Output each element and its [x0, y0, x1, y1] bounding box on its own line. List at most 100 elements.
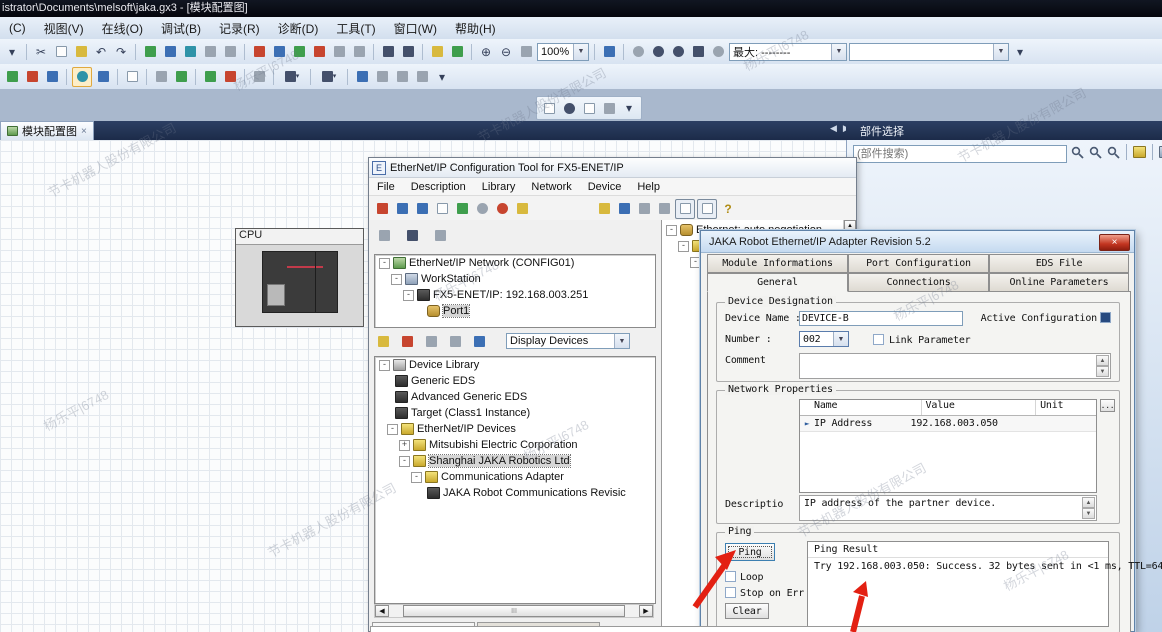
plug-connect-icon[interactable]	[375, 226, 393, 244]
window-record-icon[interactable]	[560, 99, 578, 117]
window-cascade-icon[interactable]	[540, 99, 558, 117]
tree-item-jaka-robot-revision[interactable]: JAKA Robot Communications Revisic	[375, 485, 655, 501]
tree-item-shanghai-jaka[interactable]: - Shanghai JAKA Robotics Ltd	[375, 453, 655, 469]
comment-scroll-up-icon[interactable]: ▲	[1096, 355, 1109, 366]
enet-menu-description[interactable]: Description	[403, 181, 474, 193]
ping-button[interactable]: Ping	[725, 543, 775, 561]
user-setting-icon[interactable]	[600, 99, 618, 117]
display-devices-combo[interactable]: Display Devices ▼	[506, 333, 630, 349]
window-table-icon[interactable]	[580, 99, 598, 117]
enet-layout1-icon[interactable]	[675, 199, 695, 219]
tree-item-ethernet-ip-devices[interactable]: - EtherNet/IP Devices	[375, 421, 655, 437]
hscroll-right-icon[interactable]: ▶	[639, 605, 653, 617]
menu-view[interactable]: 视图(V)	[35, 17, 93, 39]
menu-window[interactable]: 窗口(W)	[385, 17, 446, 39]
tree-item-fx5-enet[interactable]: - FX5-ENET/IP: 192.168.003.251	[375, 287, 655, 303]
zoom-window-icon[interactable]	[353, 68, 371, 86]
copy-network-icon[interactable]	[470, 332, 488, 350]
enet-delete-icon[interactable]	[373, 200, 391, 218]
clock-setting2-icon[interactable]	[94, 68, 112, 86]
zoom-out-icon[interactable]: ⊖	[497, 43, 515, 61]
watch1-icon[interactable]	[428, 43, 446, 61]
menu-record[interactable]: 记录(R)	[210, 17, 269, 39]
description-scroll-up-icon[interactable]: ▲	[1082, 497, 1095, 508]
tab-port-configuration[interactable]: Port Configuration	[848, 254, 989, 273]
find-device2-icon[interactable]	[310, 43, 328, 61]
transfer-right-icon[interactable]	[250, 43, 268, 61]
tab-scroll-left-icon[interactable]: ◀	[830, 123, 837, 134]
check-program2-icon[interactable]	[669, 43, 687, 61]
tab-online-parameters[interactable]: Online Parameters	[989, 273, 1129, 292]
enet-help-icon[interactable]: ?	[719, 200, 737, 218]
menu-online[interactable]: 在线(O)	[93, 17, 152, 39]
expander-icon[interactable]: -	[399, 456, 410, 467]
comment-input[interactable]: ▲▼	[799, 353, 1111, 379]
library-hscrollbar[interactable]: ◀ III ▶	[374, 604, 654, 618]
tree-item-advanced-generic-eds[interactable]: Advanced Generic EDS	[375, 389, 655, 405]
comment-scroll-down-icon[interactable]: ▼	[1096, 366, 1109, 377]
monitor-eye-icon[interactable]: ▾	[279, 68, 305, 86]
stop-on-err-checkbox[interactable]	[725, 587, 736, 598]
zoom-combo-dropdown-icon[interactable]: ▼	[573, 44, 588, 60]
tree-item-generic-eds[interactable]: Generic EDS	[375, 373, 655, 389]
tree-item-workstation[interactable]: - WorkStation	[375, 271, 655, 287]
find-next-parts-icon[interactable]	[1087, 144, 1104, 160]
clock-icon[interactable]	[709, 43, 727, 61]
property-row-ip-address[interactable]: ► IP Address 192.168.003.050	[800, 416, 1096, 432]
toolbar-more-icon[interactable]: ▾	[1011, 43, 1029, 61]
redo-icon[interactable]: ↷	[112, 43, 130, 61]
link-parameter-checkbox[interactable]	[873, 334, 884, 345]
menu-help[interactable]: 帮助(H)	[446, 17, 505, 39]
tab-eds-file[interactable]: EDS File	[989, 254, 1129, 273]
io-update-icon[interactable]	[201, 68, 219, 86]
expander-icon[interactable]: -	[678, 241, 689, 252]
verify-plc-icon[interactable]	[181, 43, 199, 61]
eds-delete-icon[interactable]	[398, 332, 416, 350]
watch2-icon[interactable]	[448, 43, 466, 61]
enet-anchor-red-icon[interactable]	[493, 200, 511, 218]
parameter2-icon[interactable]	[172, 68, 190, 86]
overflow-icon[interactable]: ▾	[3, 43, 21, 61]
tree-item-target-class1[interactable]: Target (Class1 Instance)	[375, 405, 655, 421]
device-monitor2-icon[interactable]	[399, 43, 417, 61]
tab-module-informations[interactable]: Module Informations	[707, 254, 848, 273]
enet-layout2-icon[interactable]	[697, 199, 717, 219]
number-combo[interactable]: 002 ▼	[799, 331, 849, 347]
enet-title-bar[interactable]: E EtherNet/IP Configuration Tool for FX5…	[369, 158, 856, 178]
paste-icon[interactable]	[72, 43, 90, 61]
properties-ellipsis-button[interactable]: ...	[1100, 399, 1115, 412]
read-from-plc-icon[interactable]	[161, 43, 179, 61]
enet-build-icon[interactable]	[635, 200, 653, 218]
enet-print-icon[interactable]	[655, 200, 673, 218]
enet-save-icon[interactable]	[615, 200, 633, 218]
enet-key-icon[interactable]	[513, 200, 531, 218]
clear-button[interactable]: Clear	[725, 603, 769, 619]
tree-item-communications-adapter[interactable]: - Communications Adapter	[375, 469, 655, 485]
device-monitor1-icon[interactable]	[379, 43, 397, 61]
expander-icon[interactable]: -	[391, 274, 402, 285]
max-combo-dropdown-icon[interactable]: ▼	[831, 44, 846, 60]
expand-parts-icon[interactable]	[1157, 144, 1162, 160]
menu-cut-off[interactable]: (C)	[0, 17, 35, 39]
transfer-left-icon[interactable]	[270, 43, 288, 61]
find-device1-icon[interactable]	[290, 43, 308, 61]
menu-diagnostics[interactable]: 诊断(D)	[269, 17, 328, 39]
cut-icon[interactable]: ✂	[32, 43, 50, 61]
device-name-input[interactable]	[799, 311, 963, 326]
find-magnifier-icon[interactable]: ▾	[316, 68, 342, 86]
device-mem1-icon[interactable]	[3, 68, 21, 86]
tab-general[interactable]: General	[707, 273, 848, 292]
parts-search-input[interactable]	[853, 145, 1067, 163]
undo-icon[interactable]: ↶	[92, 43, 110, 61]
expander-icon[interactable]: +	[399, 440, 410, 451]
menu-debug[interactable]: 调试(B)	[152, 17, 210, 39]
device-mem3-icon[interactable]	[43, 68, 61, 86]
fit-width-icon[interactable]	[517, 43, 535, 61]
floating-more-icon[interactable]: ▾	[620, 99, 638, 117]
toolbar2-more-icon[interactable]: ▾	[433, 68, 451, 86]
plug-disconnect-icon[interactable]	[403, 226, 421, 244]
enet-device-list-icon[interactable]	[413, 200, 431, 218]
menu-tools[interactable]: 工具(T)	[327, 17, 384, 39]
empty-combo-dropdown-icon[interactable]: ▼	[993, 44, 1008, 60]
enet-open-icon[interactable]	[595, 200, 613, 218]
